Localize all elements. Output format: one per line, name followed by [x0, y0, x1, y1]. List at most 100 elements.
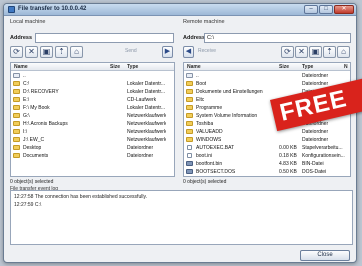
table-row[interactable]: D:\ RECOVERY Lokaler Datentr...	[11, 88, 174, 96]
folder-icon	[13, 113, 20, 118]
table-row[interactable]: H:\ Acronis Backups Netzwerklaufwerk	[11, 120, 174, 128]
cell-size: 0.00 KB	[279, 145, 297, 151]
local-toolbar: ⟳ ✕ ▣ ⇡ ⌂	[10, 46, 175, 59]
table-row[interactable]: WINDOWS Dateiordner	[184, 136, 350, 144]
event-log[interactable]: 12:27:58 The connection has been establi…	[10, 190, 353, 245]
cell-type: Dateiordner	[302, 129, 329, 135]
delete-icon[interactable]: ✕	[295, 46, 308, 58]
table-row[interactable]: VALUEADD Dateiordner	[184, 128, 350, 136]
table-row[interactable]: G:\ Netzwerklaufwerk	[11, 112, 174, 120]
folder-icon	[186, 121, 193, 126]
table-row[interactable]: J:\ EW_C Netzwerklaufwerk	[11, 136, 174, 144]
local-file-list[interactable]: Name Size Type .. C:\ Lokaler Datentr... D:…	[10, 62, 175, 177]
folder-icon	[186, 113, 193, 118]
receive-from-remote-button[interactable]: ◀	[183, 46, 194, 58]
cell-name: F:\ My Book	[23, 105, 50, 111]
table-row[interactable]: Documents Dateiordner	[11, 152, 174, 160]
cell-name: System Volume Information	[196, 113, 258, 119]
col-name[interactable]: Name	[14, 64, 28, 70]
cell-type: Netzwerklaufwerk	[127, 137, 167, 143]
cell-name: VALUEADD	[196, 129, 223, 135]
col-type[interactable]: Type	[302, 64, 313, 70]
parent-folder-icon	[186, 73, 193, 78]
send-to-remote-button[interactable]: ▶	[162, 46, 173, 58]
table-row[interactable]: BOOTSECT.DOS 0.50 KB DOS-Datei	[184, 168, 350, 176]
cell-type: BIN-Datei	[302, 161, 324, 167]
file-icon	[187, 145, 192, 150]
folder-icon	[13, 105, 20, 110]
cell-name: ..	[196, 73, 199, 79]
folder-icon	[13, 81, 20, 86]
cell-name: WINDOWS	[196, 137, 222, 143]
log-line: 12:27:59 C:\	[14, 202, 42, 208]
local-address-input[interactable]	[35, 33, 174, 43]
delete-icon[interactable]: ✕	[25, 46, 38, 58]
receive-label: Receive	[198, 48, 217, 54]
cell-name: E:\	[23, 97, 30, 103]
minimize-button[interactable]: –	[304, 5, 318, 14]
folder-icon	[13, 145, 20, 150]
table-row[interactable]: bootfont.bin 4.83 KB BIN-Datei	[184, 160, 350, 168]
cell-type: Netzwerklaufwerk	[127, 121, 167, 127]
title-bar: File transfer to 10.0.0.42 – □ ✕	[4, 4, 356, 16]
remote-toolbar: ⟳ ✕ ▣ ⇡ ⌂	[281, 46, 353, 59]
table-row[interactable]: C:\ Lokaler Datentr...	[11, 80, 174, 88]
close-button[interactable]: Close	[300, 250, 350, 261]
remote-pane-label: Remote machine	[183, 19, 225, 25]
local-address-label: Address	[10, 35, 33, 41]
refresh-icon[interactable]: ⟳	[281, 46, 294, 58]
parent-folder-icon[interactable]: ⇡	[55, 46, 68, 58]
maximize-button[interactable]: □	[319, 5, 333, 14]
table-row[interactable]: .. Dateiordner	[184, 72, 350, 80]
cell-type: Netzwerklaufwerk	[127, 113, 167, 119]
cell-size: 0.18 KB	[279, 153, 297, 159]
col-type[interactable]: Type	[127, 64, 138, 70]
table-row[interactable]: Toshiba Dateiordner	[184, 120, 350, 128]
col-name[interactable]: Name	[187, 64, 201, 70]
table-row[interactable]: I:\ Netzwerklaufwerk	[11, 128, 174, 136]
table-row[interactable]: Desktop Dateiordner	[11, 144, 174, 152]
file-icon	[187, 153, 192, 158]
local-status: 0 object(s) selected	[10, 179, 54, 185]
col-size[interactable]: Size	[279, 64, 289, 70]
cell-name: Dokumente und Einstellungen	[196, 89, 263, 95]
new-folder-icon[interactable]: ▣	[309, 46, 322, 58]
cell-name: ..	[23, 73, 26, 79]
home-icon[interactable]: ⌂	[70, 46, 83, 58]
folder-icon	[186, 97, 193, 102]
cell-size: 4.83 KB	[279, 161, 297, 167]
folder-icon	[13, 89, 20, 94]
new-folder-icon[interactable]: ▣	[40, 46, 53, 58]
col-n[interactable]: N	[344, 64, 348, 70]
file-transfer-window: File transfer to 10.0.0.42 – □ ✕ Local m…	[3, 3, 357, 263]
home-icon[interactable]: ⌂	[337, 46, 350, 58]
folder-icon	[13, 97, 20, 102]
cell-name: G:\	[23, 113, 30, 119]
table-row[interactable]: E:\ CD-Laufwerk	[11, 96, 174, 104]
cell-name: Programme	[196, 105, 223, 111]
cell-type: Lokaler Datentr...	[127, 89, 166, 95]
close-window-button[interactable]: ✕	[334, 5, 354, 14]
cell-type: Dateiordner	[302, 73, 329, 79]
folder-icon	[13, 153, 20, 158]
system-file-icon	[186, 169, 193, 174]
table-row[interactable]: AUTOEXEC.BAT 0.00 KB Stapelverarbeitu...	[184, 144, 350, 152]
local-list-header: Name Size Type	[11, 63, 174, 71]
table-row[interactable]: boot.ini 0.18 KB Konfigurationsein...	[184, 152, 350, 160]
folder-icon	[13, 121, 20, 126]
refresh-icon[interactable]: ⟳	[10, 46, 23, 58]
cell-name: AUTOEXEC.BAT	[196, 145, 235, 151]
cell-name: D:\ RECOVERY	[23, 89, 59, 95]
app-icon	[8, 6, 15, 13]
col-size[interactable]: Size	[110, 64, 120, 70]
folder-icon	[13, 129, 20, 134]
table-row[interactable]: F:\ My Book Lokaler Datentr...	[11, 104, 174, 112]
parent-folder-icon[interactable]: ⇡	[323, 46, 336, 58]
remote-address-input[interactable]: C:\	[204, 33, 351, 43]
folder-icon	[13, 137, 20, 142]
remote-status: 0 object(s) selected	[183, 179, 227, 185]
cell-type: Dateiordner	[127, 145, 154, 151]
local-pane-label: Local machine	[10, 19, 46, 25]
table-row[interactable]: ..	[11, 72, 174, 80]
cell-name: bootfont.bin	[196, 161, 223, 167]
